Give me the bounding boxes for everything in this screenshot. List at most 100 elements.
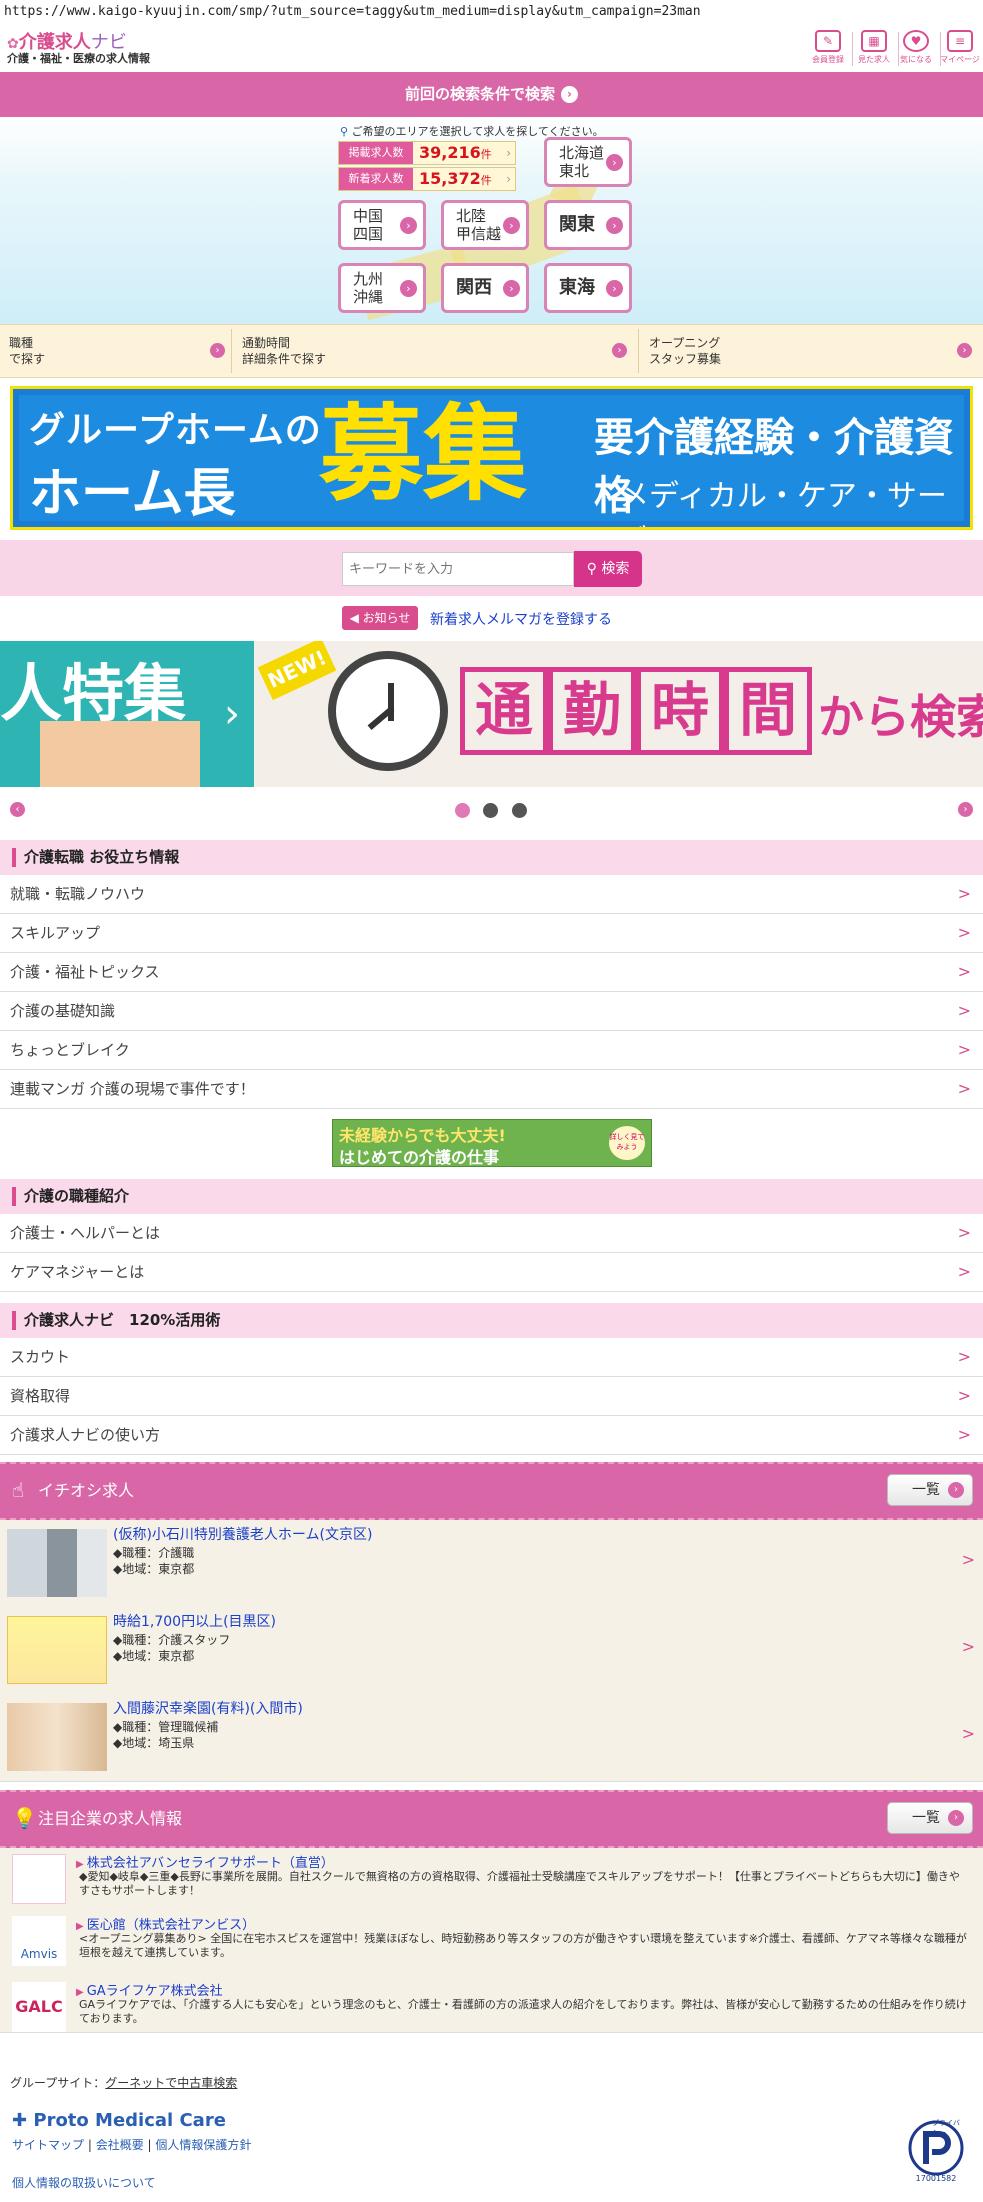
list-item[interactable]: 介護求人ナビの使い方 > (0, 1416, 983, 1455)
new-jobs-stat[interactable]: 新着求人数 15,372件 › (338, 167, 516, 191)
job-title-link[interactable]: (仮称)小石川特別養護老人ホーム(文京区) (113, 1524, 372, 1544)
area-button-label: 東海 (559, 277, 595, 298)
search-tabs: 職種 で探す › 通勤時間 詳細条件で探す › オープニング スタッフ募集 › (0, 324, 983, 378)
chevron-right-icon: › (561, 86, 578, 103)
privacy-mark[interactable]: 17001582 プライバシー (906, 2118, 966, 2186)
chevron-right-icon: › (606, 280, 623, 297)
chevron-right-icon: > (957, 923, 971, 942)
pickup-list-button[interactable]: 一覧 › (887, 1474, 973, 1506)
keyword-input[interactable] (342, 552, 574, 586)
list-item[interactable]: スカウト > (0, 1338, 983, 1377)
list-item[interactable]: 連載マンガ 介護の現場で事件です！ > (0, 1070, 983, 1109)
company-item[interactable]: GALC ▶ GAライフケア株式会社 GAライフケアでは、「介護する人にも安心を」… (0, 1976, 983, 2033)
company-item[interactable]: ▶ 株式会社アバンセライフサポート（直営） ◆愛知◆岐阜◆三重◆長野に事業所を展開… (0, 1848, 983, 1911)
section-bar (12, 1187, 16, 1206)
area-button-kansai[interactable]: 関西 › (441, 263, 529, 313)
more-label: 一覧 (912, 1482, 940, 1498)
list-item[interactable]: 就職・転職ノウハウ > (0, 875, 983, 914)
footer-link-company[interactable]: 会社概要 (96, 2138, 144, 2152)
section-bar (12, 848, 16, 867)
pickup-job-item[interactable]: 時給1,700円以上(目黒区) ◆職種：介護スタッフ ◆地域：東京都 > (0, 1607, 983, 1695)
chevron-right-icon: > (957, 1223, 971, 1242)
footer-link-privacy-policy[interactable]: 個人情報保護方針 (155, 2138, 251, 2152)
area-line1: 九州 (353, 270, 384, 288)
favorites-button[interactable]: ♥ 気になる (896, 28, 936, 70)
total-jobs-stat[interactable]: 掲載求人数 39,216件 › (338, 141, 516, 165)
slider-dot[interactable] (455, 803, 470, 818)
list-item-label: 介護の基礎知識 (10, 1002, 116, 1020)
area-button-label: 北陸 甲信越 (456, 203, 501, 247)
search-opening-staff[interactable]: オープニング スタッフ募集 › (639, 325, 983, 377)
job-type: ◆職種：介護職 (113, 1546, 195, 1560)
list-item-label: 就職・転職ノウハウ (10, 885, 146, 903)
chevron-right-icon: › (612, 343, 627, 358)
chevron-right-icon: › (957, 343, 972, 358)
list-item-label: スキルアップ (10, 924, 101, 942)
search-by-job-type[interactable]: 職種 で探す › (0, 325, 230, 377)
list-item[interactable]: 介護士・ヘルパーとは > (0, 1214, 983, 1253)
tab-label: オープニング スタッフ募集 (649, 335, 721, 367)
company-name-link[interactable]: ▶ 株式会社アバンセライフサポート（直営） (76, 1852, 334, 1871)
list-item-label: 介護求人ナビの使い方 (10, 1426, 161, 1444)
area-button-label: 関西 (456, 277, 492, 298)
slide-kanji: 勤 (548, 667, 636, 755)
register-button[interactable]: ✎ 会員登録 (808, 28, 848, 70)
group-site-link[interactable]: グーネットで中古車検索 (105, 2076, 237, 2090)
viewed-jobs-button[interactable]: ▦ 見た求人 (854, 28, 894, 70)
footer-link-sitemap[interactable]: サイトマップ (12, 2138, 84, 2152)
url-bar[interactable]: https://www.kaigo-kyuujin.com/smp/?utm_s… (0, 0, 983, 24)
job-title-link[interactable]: 入間藤沢幸楽園(有料)(入間市) (113, 1698, 303, 1718)
company-name-link[interactable]: ▶ GAライフケア株式会社 (76, 1980, 223, 1999)
recruit-banner[interactable]: グループホームの ホーム長 募集 要介護経験・介護資格 メディカル・ケア・サービ… (10, 386, 973, 530)
area-button-kanto[interactable]: 関東 › (544, 200, 632, 250)
keyword-search-button[interactable]: ⚲ 検索 (574, 551, 642, 587)
list-item[interactable]: 介護の基礎知識 > (0, 992, 983, 1031)
area-button-label: 九州 沖縄 (353, 266, 383, 310)
tab-line2: 詳細条件で探す (242, 352, 327, 366)
area-button-tokai[interactable]: 東海 › (544, 263, 632, 313)
pointing-hand-icon: ☝ (12, 1478, 25, 1502)
search-by-commute[interactable]: 通勤時間 詳細条件で探す › (232, 325, 638, 377)
slider-prev-button[interactable]: ‹ (10, 802, 25, 817)
slide-photo (40, 721, 200, 787)
previous-search-button[interactable]: 前回の検索条件で検索 › (0, 72, 983, 117)
tab-line1: 職種 (9, 336, 34, 350)
footer-link-privacy-handling[interactable]: 個人情報の取扱いについて (12, 2176, 156, 2190)
area-button-hokuriku[interactable]: 北陸 甲信越 › (441, 200, 529, 250)
feature-slider[interactable]: 人特集 › NEW! 通 勤 時 間 から検索 (0, 641, 983, 787)
slide-kanji: 時 (636, 667, 724, 755)
pin-icon: ⚲ (340, 125, 349, 138)
company-name-link[interactable]: ▶ 医心館（株式会社アンビス） (76, 1914, 255, 1933)
newsletter-register-link[interactable]: 新着求人メルマガを登録する (430, 609, 612, 629)
pickup-jobs-header: ☝ イチオシ求人 一覧 › (0, 1462, 983, 1520)
list-item[interactable]: スキルアップ > (0, 914, 983, 953)
search-icon: ⚲ (586, 561, 597, 577)
cross-icon: ✚ (12, 2110, 28, 2131)
area-button-hokkaido-tohoku[interactable]: 北海道 東北 › (544, 137, 632, 187)
list-item[interactable]: 介護・福祉トピックス > (0, 953, 983, 992)
list-item-label: 介護士・ヘルパーとは (10, 1224, 161, 1242)
companies-list-button[interactable]: 一覧 › (887, 1802, 973, 1834)
chevron-right-icon: > (957, 1425, 971, 1444)
slider-dot[interactable] (483, 803, 498, 818)
job-type: ◆職種：介護スタッフ (113, 1633, 231, 1647)
list-item-label: 連載マンガ 介護の現場で事件です！ (10, 1080, 255, 1098)
mypage-button[interactable]: ≡ マイページ (940, 28, 980, 70)
pickup-job-item[interactable]: (仮称)小石川特別養護老人ホーム(文京区) ◆職種：介護職 ◆地域：東京都 > (0, 1520, 983, 1608)
area-button-chugoku-shikoku[interactable]: 中国 四国 › (338, 200, 426, 250)
slide-left-panel: 人特集 (0, 641, 210, 787)
list-item[interactable]: 資格取得 > (0, 1377, 983, 1416)
list-item[interactable]: ケアマネジャーとは > (0, 1253, 983, 1292)
slider-next-button[interactable]: › (958, 802, 973, 817)
list-item[interactable]: ちょっとブレイク > (0, 1031, 983, 1070)
company-logo[interactable]: ✚ Proto Medical Care (12, 2110, 226, 2131)
company-item[interactable]: Amvis ▶ 医心館（株式会社アンビス） <オープニング募集あり> 全国に在宅ホ… (0, 1910, 983, 1977)
company-desc: <オープニング募集あり> 全国に在宅ホスピスを運営中！残業ほぼなし、時短勤務あり… (79, 1932, 967, 1959)
pickup-job-item[interactable]: 入間藤沢幸楽園(有料)(入間市) ◆職種：管理職候補 ◆地域：埼玉県 > (0, 1694, 983, 1782)
area-button-kyushu-okinawa[interactable]: 九州 沖縄 › (338, 263, 426, 313)
job-title-link[interactable]: 時給1,700円以上(目黒区) (113, 1611, 276, 1631)
companies-title: 注目企業の求人情報 (38, 1809, 183, 1828)
site-header: ✿介護求人ナビ 介護・福祉・医療の求人情報 ✎ 会員登録 ▦ 見た求人 ♥ 気になる … (0, 24, 983, 72)
slider-dot[interactable] (512, 803, 527, 818)
beginner-banner[interactable]: 未経験からでも大丈夫! はじめての介護の仕事 詳しく見てみよう (332, 1119, 652, 1167)
